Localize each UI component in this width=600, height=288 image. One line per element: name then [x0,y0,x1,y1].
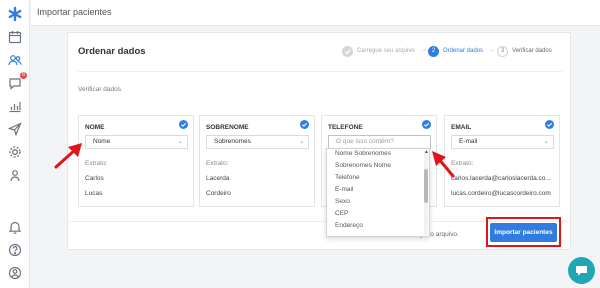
page-title: Importar pacientes [37,7,112,17]
dropdown-option[interactable]: CEP [335,210,348,217]
users-icon[interactable] [7,52,23,68]
column-title: EMAIL [451,124,472,131]
step-number: 2 [428,45,439,57]
chat-bubble-icon [576,266,587,276]
column-type-search[interactable]: O que isso contém? [328,135,431,149]
select-value: E-mail [459,138,478,145]
column-type-dropdown: Nome Sobrenomes Sobrenomes Nome Telefone… [326,148,430,237]
step-carregue[interactable]: Carregue seu arquivo [342,45,415,57]
dropdown-option[interactable]: E-mail [335,186,353,193]
dropdown-option[interactable]: Telefone [335,174,360,181]
column-title: SOBRENOME [206,124,249,131]
asterisk-logo-icon[interactable] [7,6,23,22]
extrato-value: carlos.lacerda@carloslacerda.co... [451,175,551,182]
annotation-arrow-telefone [432,151,455,178]
check-icon [545,120,554,129]
dropdown-option[interactable]: Sexo [335,198,350,205]
dropdown-option[interactable]: Nome Sobrenomes [335,150,391,157]
card-title: Ordenar dados [78,46,146,57]
extrato-value: Carlos [85,175,104,182]
chevron-down-icon: ⌄ [543,139,549,145]
step-label: Verificar dados [512,48,552,54]
sidebar: 8 [0,0,30,288]
step-check-icon [342,45,353,57]
column-title: NOME [85,124,105,131]
send-icon[interactable] [7,121,23,137]
column-card-email: EMAIL E-mail ⌄ Extrato: carlos.lacerda@c… [444,115,560,207]
extrato-label: Extrato: [206,160,229,167]
section-label: Verificar dados [78,86,121,93]
column-card-nome: NOME Nome ⌄ Extrato: Carlos Lucas [78,115,194,207]
column-type-select[interactable]: Nome ⌄ [85,135,188,149]
bell-icon[interactable] [7,219,23,235]
chevron-down-icon: ⌄ [298,139,304,145]
step-connector [490,50,494,51]
calendar-icon[interactable] [7,29,23,45]
profile-icon[interactable] [7,265,23,281]
gear-icon[interactable] [7,144,23,160]
check-icon [300,120,309,129]
chevron-down-icon: ⌄ [177,139,183,145]
check-icon [179,120,188,129]
column-type-select[interactable]: Sobrenomes ⌄ [206,135,309,149]
chat-fab[interactable] [568,257,595,284]
column-type-select[interactable]: E-mail ⌄ [451,135,554,149]
extrato-label: Extrato: [85,160,108,167]
check-icon [422,120,431,129]
top-bar: Importar pacientes [31,0,600,26]
step-number: 3 [497,45,508,57]
chat-badge: 8 [20,72,27,79]
extrato-value: Lacerda [206,175,230,182]
step-label: Ordenar dados [443,48,484,54]
dropdown-option[interactable]: Endereço [335,222,363,229]
extrato-value: Lucas [85,190,103,197]
chart-icon[interactable] [7,98,23,114]
step-label: Carregue seu arquivo [357,48,415,54]
person-icon[interactable] [7,168,23,184]
search-placeholder: O que isso contém? [336,138,394,145]
select-value: Sobrenomes [214,138,251,145]
step-ordenar[interactable]: 2 Ordenar dados [428,45,483,57]
column-title: TELEFONE [328,124,363,131]
annotation-arrow-nome [54,143,82,169]
select-value: Nome [93,138,111,145]
import-patients-button[interactable]: Importar pacientes [490,223,557,242]
step-verificar[interactable]: 3 Verificar dados [497,45,552,57]
step-connector [422,50,426,51]
extrato-value: Cordeiro [206,190,231,197]
column-card-sobrenome: SOBRENOME Sobrenomes ⌄ Extrato: Lacerda … [199,115,315,207]
divider [78,71,562,72]
dropdown-option[interactable]: Sobrenomes Nome [335,162,391,169]
help-icon[interactable] [7,242,23,258]
extrato-value: lucas.cordeiro@lucascordeiro.com [451,190,551,197]
